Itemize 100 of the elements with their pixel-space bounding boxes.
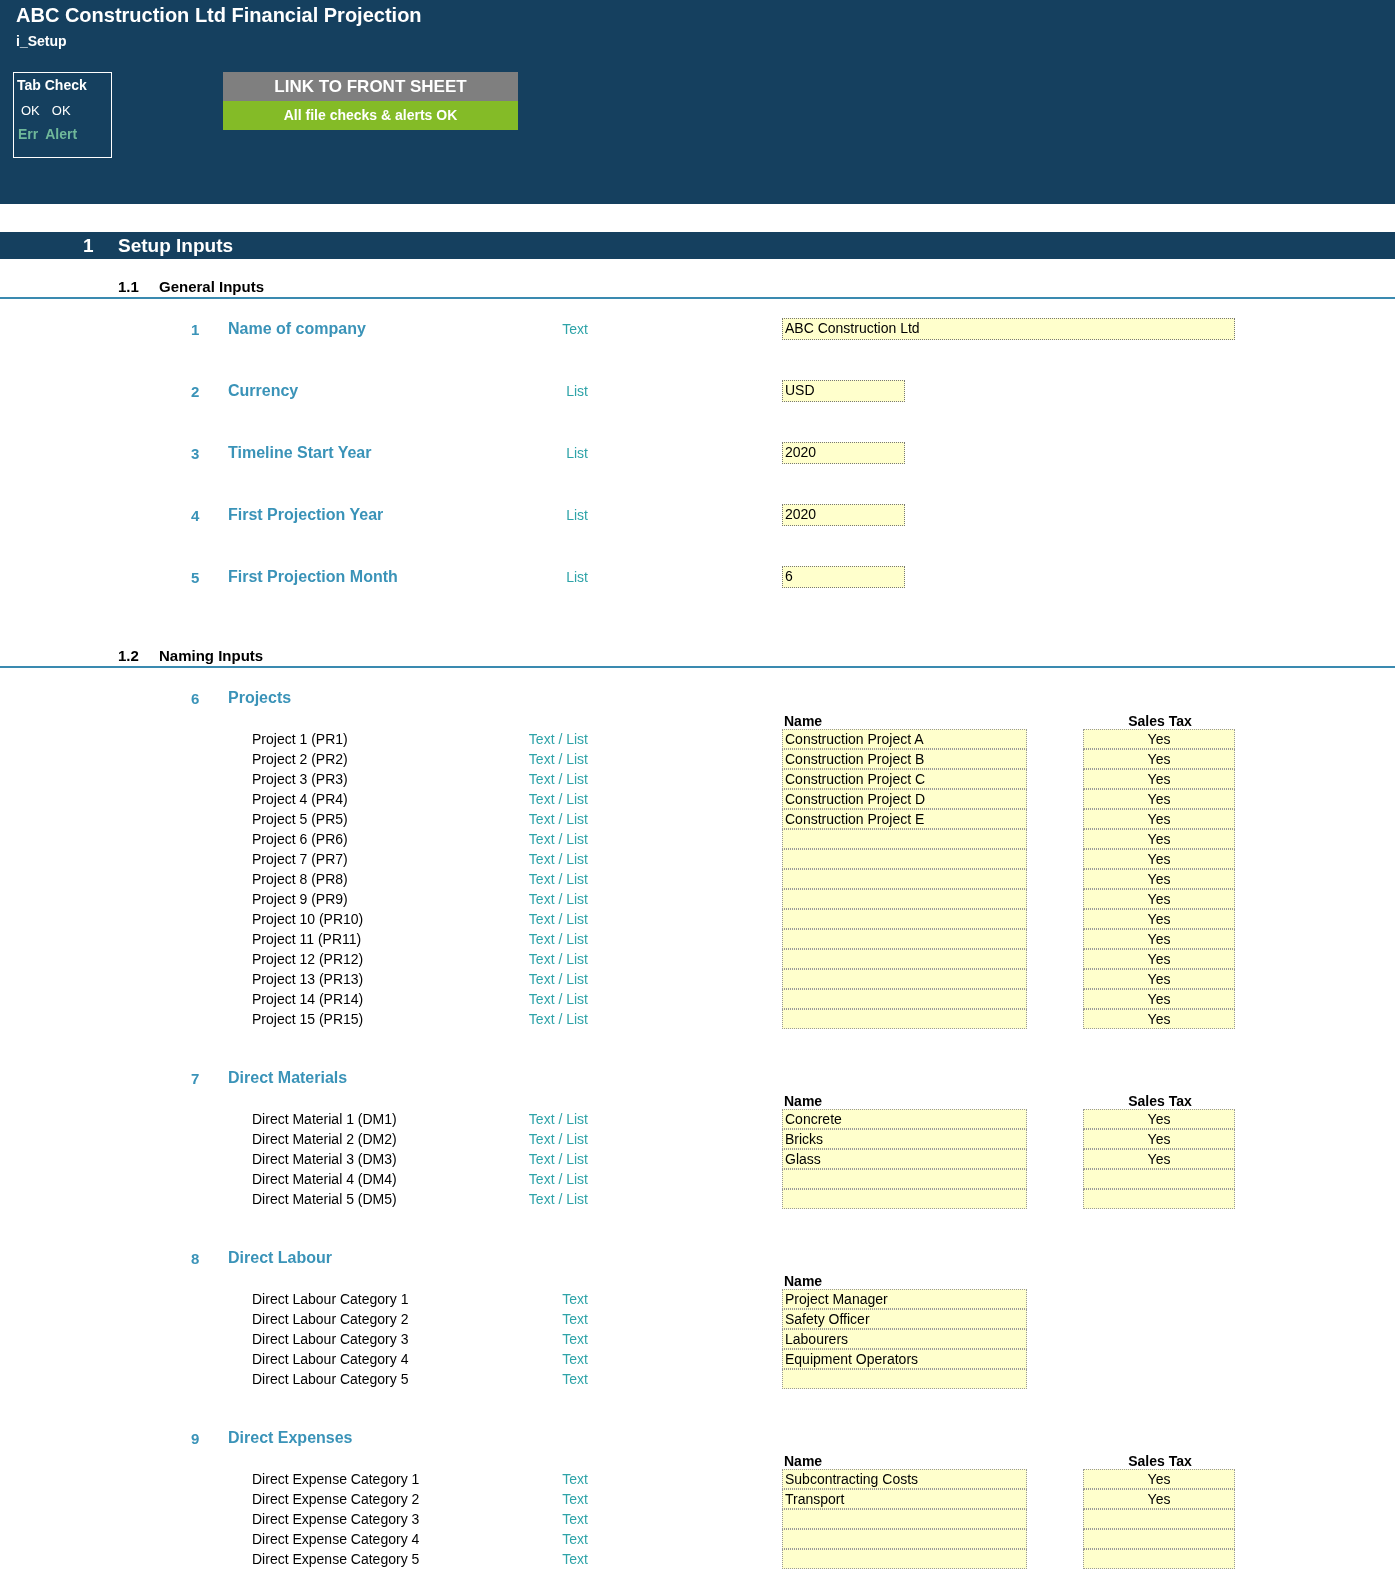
row-label: Project 7 (PR7): [252, 851, 349, 867]
name-field[interactable]: [782, 1169, 1027, 1189]
name-field[interactable]: Construction Project B: [782, 749, 1027, 769]
input-type: Text / List: [527, 1191, 588, 1207]
item-number: 6: [190, 689, 201, 707]
input-field[interactable]: 2020: [782, 504, 905, 526]
name-field[interactable]: Construction Project E: [782, 809, 1027, 829]
subsection-number: 1.1: [118, 278, 140, 295]
row-label: Project 10 (PR10): [252, 911, 365, 927]
input-type: Text / List: [527, 851, 588, 867]
name-field[interactable]: [782, 969, 1027, 989]
item-number: 7: [190, 1069, 201, 1087]
sales-tax-field[interactable]: Yes: [1083, 929, 1235, 949]
input-type: List: [565, 383, 588, 399]
sales-tax-field[interactable]: Yes: [1083, 1009, 1235, 1029]
sales-tax-field[interactable]: [1083, 1529, 1235, 1549]
sales-tax-field[interactable]: Yes: [1083, 829, 1235, 849]
name-field[interactable]: [782, 869, 1027, 889]
name-field[interactable]: Glass: [782, 1149, 1027, 1169]
sales-tax-field[interactable]: Yes: [1083, 809, 1235, 829]
sales-tax-field[interactable]: [1083, 1509, 1235, 1529]
name-field[interactable]: [782, 909, 1027, 929]
group-title: Direct Labour: [228, 1249, 333, 1267]
name-field[interactable]: [782, 1549, 1027, 1569]
row-label: Direct Expense Category 3: [252, 1511, 421, 1527]
name-field[interactable]: [782, 1009, 1027, 1029]
item-label: First Projection Month: [228, 568, 399, 586]
name-field[interactable]: Bricks: [782, 1129, 1027, 1149]
name-field[interactable]: [782, 889, 1027, 909]
row-label: Project 15 (PR15): [252, 1011, 365, 1027]
check-label: Err: [18, 126, 39, 142]
input-type: Text / List: [527, 1171, 588, 1187]
name-field[interactable]: Construction Project A: [782, 729, 1027, 749]
name-field[interactable]: [782, 1189, 1027, 1209]
sales-tax-field[interactable]: Yes: [1083, 769, 1235, 789]
sales-tax-field[interactable]: Yes: [1083, 729, 1235, 749]
row-label: Project 11 (PR11): [252, 931, 363, 947]
row-label: Direct Material 2 (DM2): [252, 1131, 398, 1147]
subsection-title: Naming Inputs: [159, 647, 264, 664]
sales-tax-field[interactable]: Yes: [1083, 989, 1235, 1009]
column-header: Name: [783, 713, 824, 729]
input-type: Text: [561, 1291, 588, 1307]
input-type: Text: [561, 1371, 588, 1387]
name-field[interactable]: Safety Officer: [782, 1309, 1027, 1329]
name-field[interactable]: Transport: [782, 1489, 1027, 1509]
sales-tax-field[interactable]: [1083, 1549, 1235, 1569]
input-type: Text / List: [527, 791, 588, 807]
name-field[interactable]: Equipment Operators: [782, 1349, 1027, 1369]
row-label: Direct Material 1 (DM1): [252, 1111, 398, 1127]
name-field[interactable]: [782, 1369, 1027, 1389]
input-type: Text: [561, 1531, 588, 1547]
input-type: Text: [561, 1311, 588, 1327]
sales-tax-field[interactable]: [1083, 1189, 1235, 1209]
input-field[interactable]: 2020: [782, 442, 905, 464]
sales-tax-field[interactable]: Yes: [1083, 849, 1235, 869]
name-field[interactable]: [782, 849, 1027, 869]
input-type: Text / List: [527, 771, 588, 787]
sales-tax-field[interactable]: Yes: [1083, 949, 1235, 969]
sales-tax-field[interactable]: Yes: [1083, 1469, 1235, 1489]
input-field[interactable]: ABC Construction Ltd: [782, 318, 1235, 340]
name-field[interactable]: [782, 989, 1027, 1009]
input-type: Text / List: [527, 1111, 588, 1127]
column-header: Name: [783, 1093, 824, 1109]
name-field[interactable]: Subcontracting Costs: [782, 1469, 1027, 1489]
sales-tax-field[interactable]: Yes: [1083, 1109, 1235, 1129]
workbook-title: ABC Construction Ltd Financial Projection: [16, 4, 423, 27]
row-label: Project 1 (PR1): [252, 731, 349, 747]
name-field[interactable]: Construction Project D: [782, 789, 1027, 809]
item-number: 4: [190, 506, 201, 524]
name-field[interactable]: Concrete: [782, 1109, 1027, 1129]
sales-tax-field[interactable]: Yes: [1083, 749, 1235, 769]
row-label: Direct Expense Category 5: [252, 1551, 421, 1567]
sales-tax-field[interactable]: Yes: [1083, 969, 1235, 989]
row-label: Direct Material 5 (DM5): [252, 1191, 398, 1207]
row-label: Direct Labour Category 3: [252, 1331, 410, 1347]
input-field[interactable]: 6: [782, 566, 905, 588]
name-field[interactable]: Project Manager: [782, 1289, 1027, 1309]
sales-tax-field[interactable]: Yes: [1083, 1149, 1235, 1169]
input-field[interactable]: USD: [782, 380, 905, 402]
input-type: Text / List: [527, 871, 588, 887]
sales-tax-field[interactable]: [1083, 1169, 1235, 1189]
name-field[interactable]: [782, 1529, 1027, 1549]
sales-tax-field[interactable]: Yes: [1083, 909, 1235, 929]
name-field[interactable]: [782, 949, 1027, 969]
input-type: Text / List: [527, 1151, 588, 1167]
sales-tax-field[interactable]: Yes: [1083, 1129, 1235, 1149]
name-field[interactable]: Construction Project C: [782, 769, 1027, 789]
front-sheet-link-button[interactable]: LINK TO FRONT SHEET: [223, 72, 518, 101]
sales-tax-field[interactable]: Yes: [1083, 789, 1235, 809]
column-header: Sales Tax: [1127, 713, 1193, 729]
sales-tax-field[interactable]: Yes: [1083, 869, 1235, 889]
input-type: Text / List: [527, 891, 588, 907]
input-type: List: [565, 445, 588, 461]
sales-tax-field[interactable]: Yes: [1083, 1489, 1235, 1509]
name-field[interactable]: [782, 829, 1027, 849]
name-field[interactable]: Labourers: [782, 1329, 1027, 1349]
row-label: Project 2 (PR2): [252, 751, 349, 767]
sales-tax-field[interactable]: Yes: [1083, 889, 1235, 909]
name-field[interactable]: [782, 1509, 1027, 1529]
name-field[interactable]: [782, 929, 1027, 949]
